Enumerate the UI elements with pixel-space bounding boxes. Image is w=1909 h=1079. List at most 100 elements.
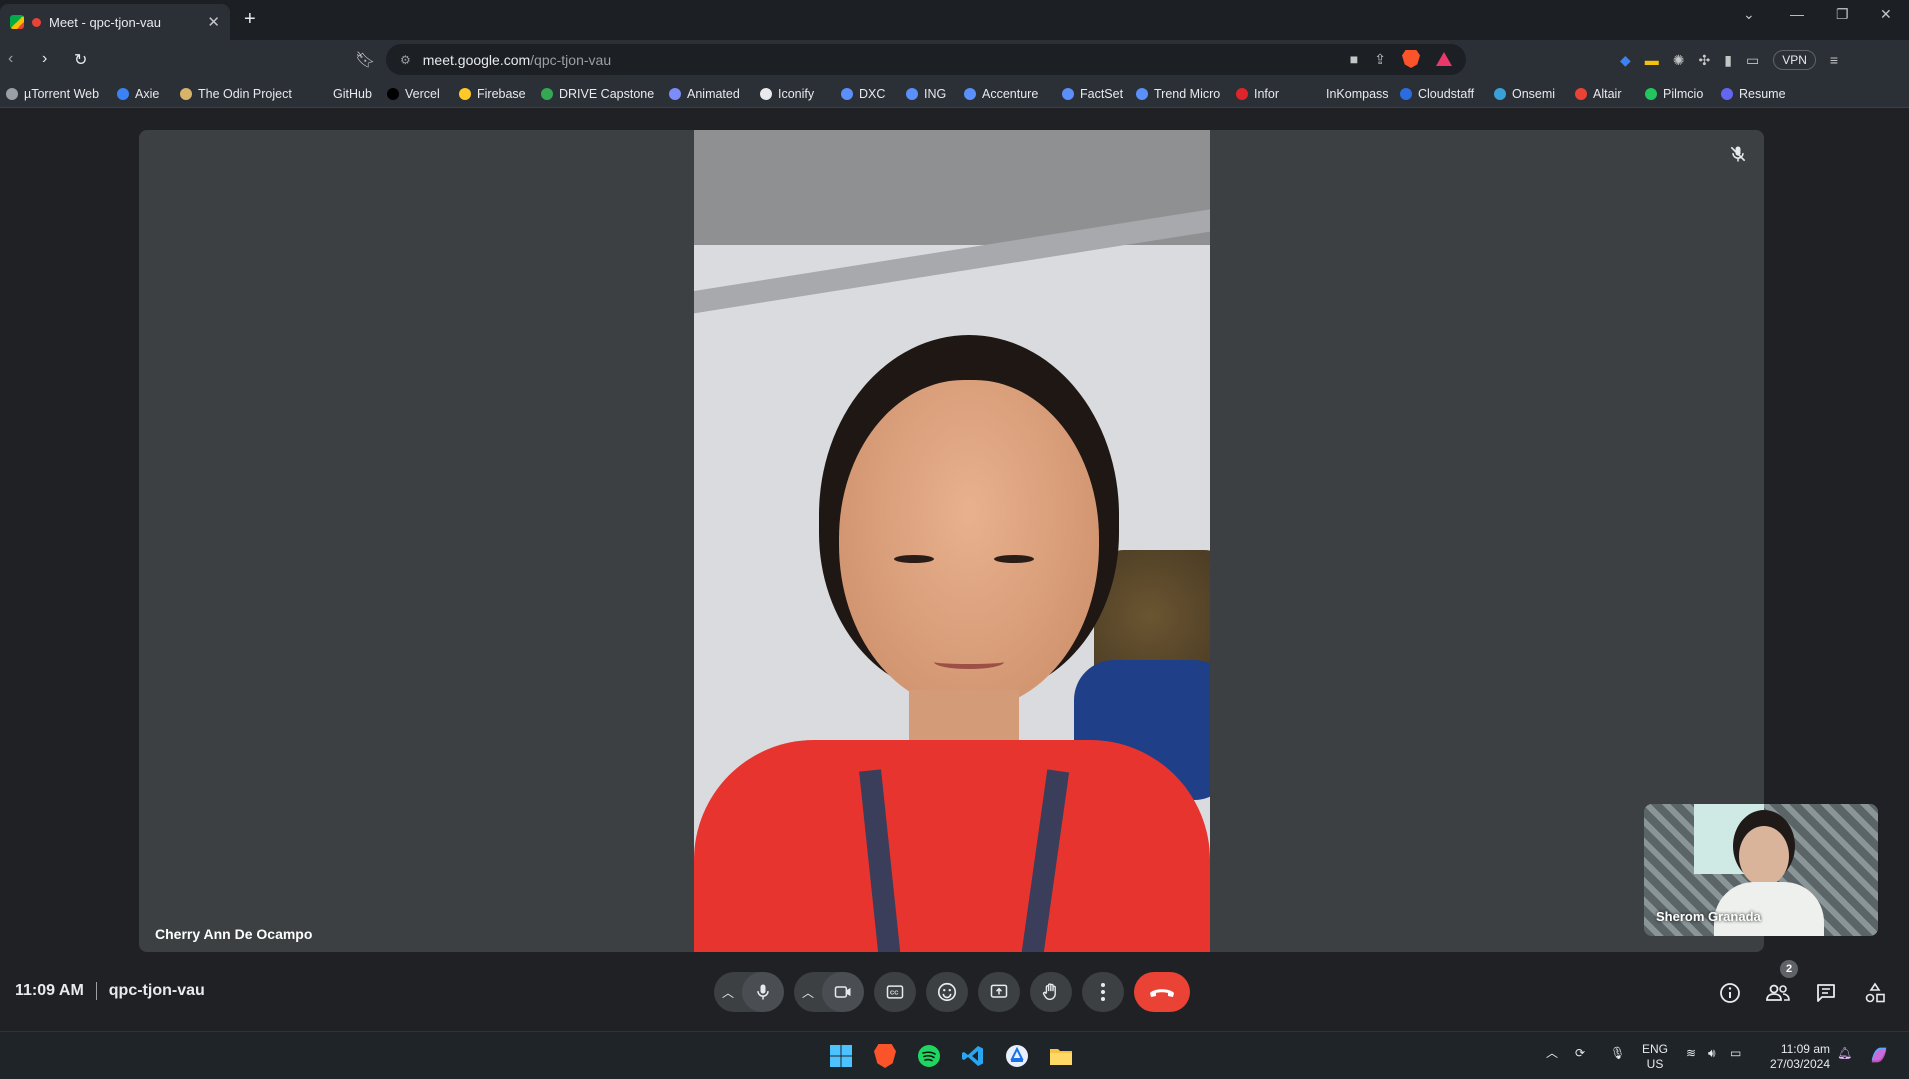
battery-icon[interactable]: ▭: [1730, 1046, 1741, 1061]
tab-search-chevron-icon[interactable]: ⌄: [1743, 6, 1755, 23]
brave-browser-app-icon[interactable]: [871, 1042, 899, 1070]
brave-rewards-icon[interactable]: [1436, 52, 1452, 66]
audio-control-group: ︿: [714, 972, 784, 1012]
reactions-button[interactable]: [926, 972, 968, 1012]
reload-button[interactable]: ↻: [74, 50, 87, 70]
chat-button[interactable]: [1811, 978, 1841, 1008]
video-options-chevron-icon[interactable]: ︿: [794, 972, 822, 1012]
bookmark-pilmcio[interactable]: Pilmcio: [1645, 87, 1703, 101]
microphone-button[interactable]: [742, 972, 784, 1012]
bookmark-favicon-icon: [1136, 88, 1148, 100]
camera-in-use-icon[interactable]: ■: [1350, 51, 1358, 67]
meeting-info: 11:09 AM qpc-tjon-vau: [15, 982, 205, 1000]
microphone-tray-icon[interactable]: 🎙︎: [1610, 1046, 1625, 1061]
show-hidden-icons-chevron-icon[interactable]: ︿: [1546, 1046, 1558, 1061]
browser-tab-meet[interactable]: Meet - qpc-tjon-vau ✕: [0, 4, 230, 40]
bookmark-infor[interactable]: Infor: [1236, 87, 1279, 101]
bookmark-ing[interactable]: ING: [906, 87, 946, 101]
participant-video: [694, 130, 1210, 952]
windows-start-icon[interactable]: [827, 1042, 855, 1070]
bookmark-icon[interactable]: 🔖︎: [355, 50, 375, 70]
spotify-app-icon[interactable]: [915, 1042, 943, 1070]
bookmark-animated[interactable]: Animated: [669, 87, 740, 101]
mic-off-icon: [1730, 146, 1746, 162]
vscode-app-icon[interactable]: [959, 1042, 987, 1070]
file-explorer-icon[interactable]: [1047, 1042, 1075, 1070]
close-window-button[interactable]: ✕: [1880, 6, 1892, 23]
bookmark-label: Firebase: [477, 87, 526, 101]
bookmark-firebase[interactable]: Firebase: [459, 87, 526, 101]
clock[interactable]: 11:09 am 27/03/2024: [1764, 1042, 1830, 1072]
bookmark-label: Animated: [687, 87, 740, 101]
people-button[interactable]: [1763, 978, 1793, 1008]
brave-shields-icon[interactable]: [1402, 50, 1420, 68]
bitwarden-extension-icon[interactable]: ◆: [1620, 52, 1631, 69]
camera-button[interactable]: [822, 972, 864, 1012]
bookmark-iconify[interactable]: Iconify: [760, 87, 814, 101]
volume-icon[interactable]: 🔊︎: [1708, 1046, 1716, 1061]
bookmark-torrent-web[interactable]: µTorrent Web: [6, 87, 99, 101]
wallet-extension-icon[interactable]: ▬: [1645, 52, 1659, 68]
self-view-tile[interactable]: Sherom Granada: [1644, 804, 1878, 936]
react-devtools-icon[interactable]: ✺: [1673, 52, 1685, 69]
bookmark-axie[interactable]: Axie: [117, 87, 159, 101]
bookmark-cloudstaff[interactable]: Cloudstaff: [1400, 87, 1474, 101]
language-code: ENG: [1642, 1042, 1669, 1056]
site-info-icon[interactable]: ⚙︎: [400, 53, 411, 67]
minimize-button[interactable]: —: [1790, 6, 1804, 22]
restore-button[interactable]: ❐: [1836, 6, 1849, 23]
extensions-puzzle-icon[interactable]: ✣: [1699, 52, 1711, 69]
bookmark-inkompass[interactable]: InKompass: [1326, 87, 1389, 101]
bookmark-the-odin-project[interactable]: The Odin Project: [180, 87, 292, 101]
bookmark-accenture[interactable]: Accenture: [964, 87, 1038, 101]
captions-button[interactable]: CC: [874, 972, 916, 1012]
address-bar[interactable]: ⚙︎ meet.google.com/qpc-tjon-vau ■ ⇪: [386, 44, 1466, 75]
language-indicator[interactable]: ENG US: [1642, 1042, 1668, 1072]
back-button[interactable]: ‹: [8, 50, 13, 68]
bookmark-resume[interactable]: Resume: [1721, 87, 1786, 101]
more-options-button[interactable]: [1082, 972, 1124, 1012]
activities-button[interactable]: [1860, 978, 1890, 1008]
bookmark-favicon-icon: [1721, 88, 1733, 100]
bookmark-favicon-icon: [1575, 88, 1587, 100]
notification-bell-icon[interactable]: 🔔︎: [1837, 1046, 1852, 1061]
close-tab-icon[interactable]: ✕: [207, 13, 220, 31]
bookmark-github[interactable]: GitHub: [333, 87, 372, 101]
bookmark-altair[interactable]: Altair: [1575, 87, 1621, 101]
leave-call-button[interactable]: [1134, 972, 1190, 1012]
bookmark-drive-capstone[interactable]: DRIVE Capstone: [541, 87, 654, 101]
language-region: US: [1646, 1057, 1664, 1071]
present-screen-button[interactable]: [978, 972, 1020, 1012]
vpn-button[interactable]: VPN: [1773, 50, 1816, 70]
new-tab-button[interactable]: +: [244, 8, 256, 31]
bookmark-label: Axie: [135, 87, 160, 101]
bookmark-onsemi[interactable]: Onsemi: [1494, 87, 1555, 101]
participant-tile-main[interactable]: Cherry Ann De Ocampo: [139, 130, 1764, 952]
bookmark-label: Onsemi: [1512, 87, 1556, 101]
bookmark-label: GitHub: [333, 87, 372, 101]
google-meet-favicon-icon: [10, 15, 24, 29]
audio-options-chevron-icon[interactable]: ︿: [714, 972, 742, 1012]
meeting-details-button[interactable]: [1715, 978, 1745, 1008]
bookmark-label: InKompass: [1326, 87, 1389, 101]
bookmark-label: Infor: [1254, 87, 1280, 101]
raise-hand-button[interactable]: [1030, 972, 1072, 1012]
bookmark-dxc[interactable]: DXC: [841, 87, 885, 101]
participants-count-badge: 2: [1780, 960, 1798, 978]
copilot-icon[interactable]: [1868, 1044, 1890, 1066]
share-icon[interactable]: ⇪: [1374, 51, 1386, 68]
menu-hamburger-icon[interactable]: ≡: [1830, 52, 1838, 68]
forward-button[interactable]: ›: [42, 50, 47, 68]
more-vert-icon: [1101, 983, 1105, 1001]
bookmark-factset[interactable]: FactSet: [1062, 87, 1123, 101]
bookmark-label: Resume: [1739, 87, 1786, 101]
bookmark-vercel[interactable]: Vercel: [387, 87, 440, 101]
wifi-icon[interactable]: ≋: [1686, 1046, 1696, 1061]
sync-icon[interactable]: ⟳: [1575, 1046, 1585, 1061]
end-call-icon: [1150, 989, 1174, 997]
app-store-icon[interactable]: [1003, 1042, 1031, 1070]
bookmark-trend-micro[interactable]: Trend Micro: [1136, 87, 1220, 101]
brave-wallet-icon[interactable]: ▭: [1746, 52, 1759, 69]
recording-dot-icon: [32, 17, 41, 27]
sidebar-toggle-icon[interactable]: ▮: [1724, 52, 1732, 69]
